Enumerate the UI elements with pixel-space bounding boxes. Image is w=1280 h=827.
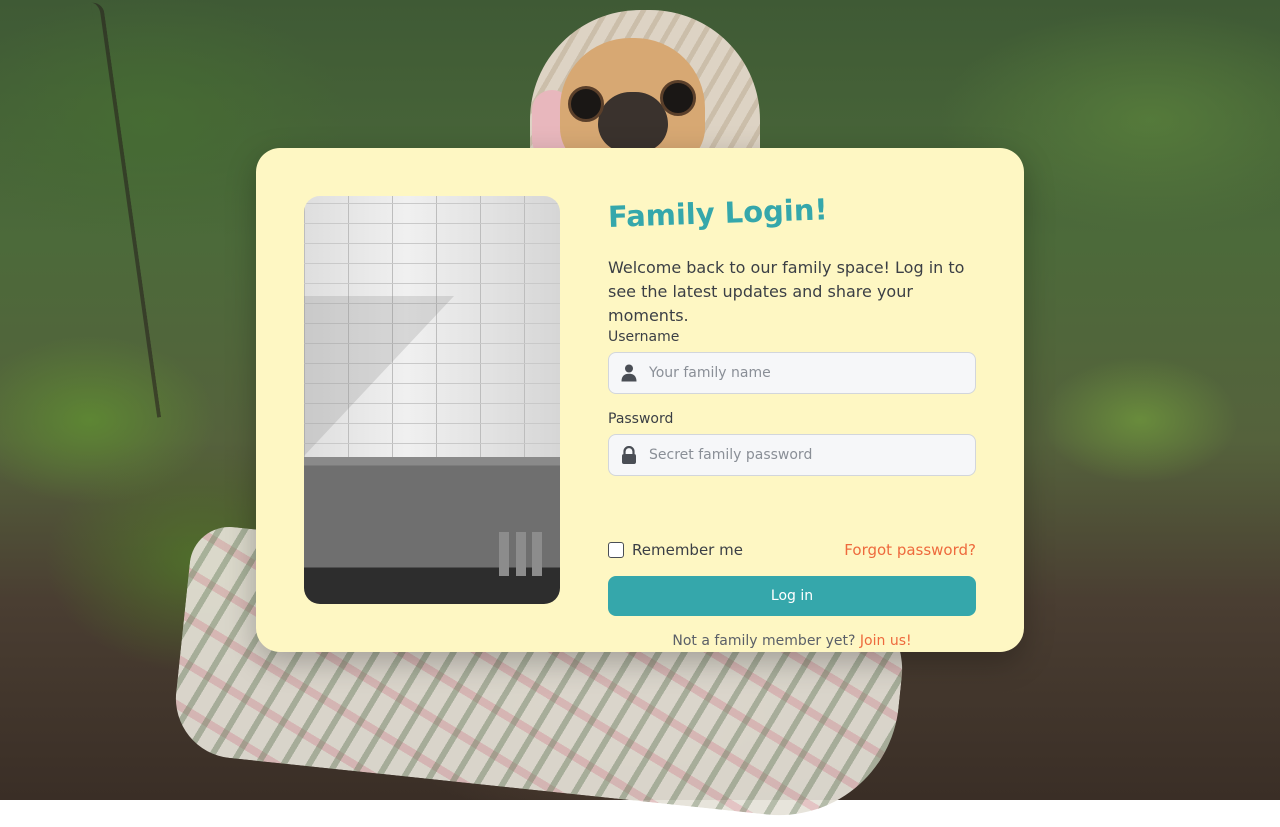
pug-snout — [598, 92, 668, 152]
photo-post — [499, 532, 509, 576]
card-photo — [304, 196, 560, 604]
lock-icon — [621, 445, 637, 464]
pug-eye-right — [660, 80, 696, 116]
username-input[interactable] — [649, 353, 965, 393]
password-label: Password — [608, 411, 674, 427]
twig — [90, 1, 162, 419]
username-label: Username — [608, 329, 680, 345]
join-link[interactable]: Join us! — [860, 633, 912, 649]
welcome-text: Welcome back to our family space! Log in… — [608, 258, 965, 325]
photo-post — [532, 532, 542, 576]
forgot-password-link[interactable]: Forgot password? — [844, 541, 976, 559]
photo-post — [516, 532, 526, 576]
password-field[interactable] — [608, 434, 976, 476]
photo-stairs — [304, 296, 454, 456]
user-icon — [621, 364, 637, 382]
pug-eye-left — [568, 86, 604, 122]
signup-prompt: Not a family member yet? Join us! — [608, 633, 976, 649]
login-button[interactable]: Log in — [608, 576, 976, 616]
password-input[interactable] — [649, 435, 965, 475]
page-title: Family Login! — [607, 192, 829, 234]
remember-label: Remember me — [632, 541, 743, 559]
login-card: Family Login! Welcome back to our family… — [256, 148, 1024, 652]
username-field[interactable] — [608, 352, 976, 394]
remember-checkbox[interactable] — [608, 542, 624, 558]
signup-prompt-text: Not a family member yet? — [672, 633, 856, 649]
